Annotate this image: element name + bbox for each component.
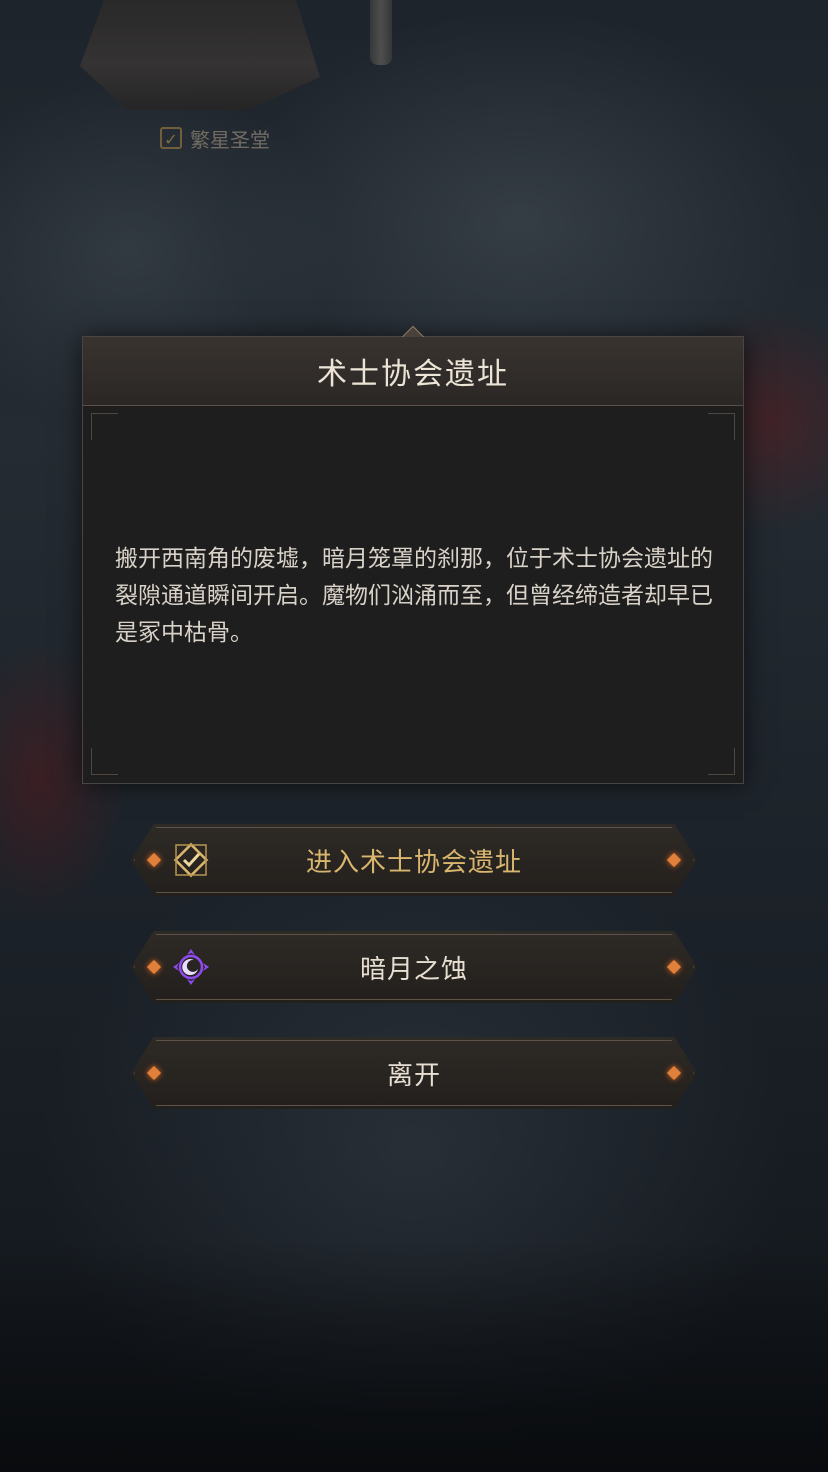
purple-crescent-moon-icon [173,949,209,985]
event-dialog: 术士协会遗址 搬开西南角的废墟，暗月笼罩的刹那，位于术士协会遗址的裂隙通道瞬间开… [82,325,744,784]
dialog-header: 术士协会遗址 [83,337,743,406]
corner-ornament [91,413,118,440]
corner-ornament [708,413,735,440]
dark-moon-eclipse-button[interactable]: 暗月之蚀 [131,931,697,1003]
stone-pillar [370,0,392,65]
enter-ruins-button[interactable]: 进入术士协会遗址 [131,824,697,896]
forest-shadow [0,1240,828,1472]
button-label: 进入术士协会遗址 [305,847,522,878]
leave-button[interactable]: 离开 [131,1037,697,1109]
location-label: 繁星圣堂 [190,127,270,152]
corner-ornament [708,748,735,775]
check-icon: ✓ [160,127,182,149]
gold-diamond-check-icon [173,842,209,878]
button-label: 暗月之蚀 [359,954,468,985]
map-location-marker[interactable]: ✓ 繁星圣堂 [160,122,270,154]
dialog-title: 术士协会遗址 [317,357,509,392]
button-label: 离开 [386,1060,441,1091]
dialog-description: 搬开西南角的废墟，暗月笼罩的刹那，位于术士协会遗址的裂隙通道瞬间开启。魔物们汹涌… [115,546,713,646]
corner-ornament [91,748,118,775]
ruin-structure [80,0,320,110]
